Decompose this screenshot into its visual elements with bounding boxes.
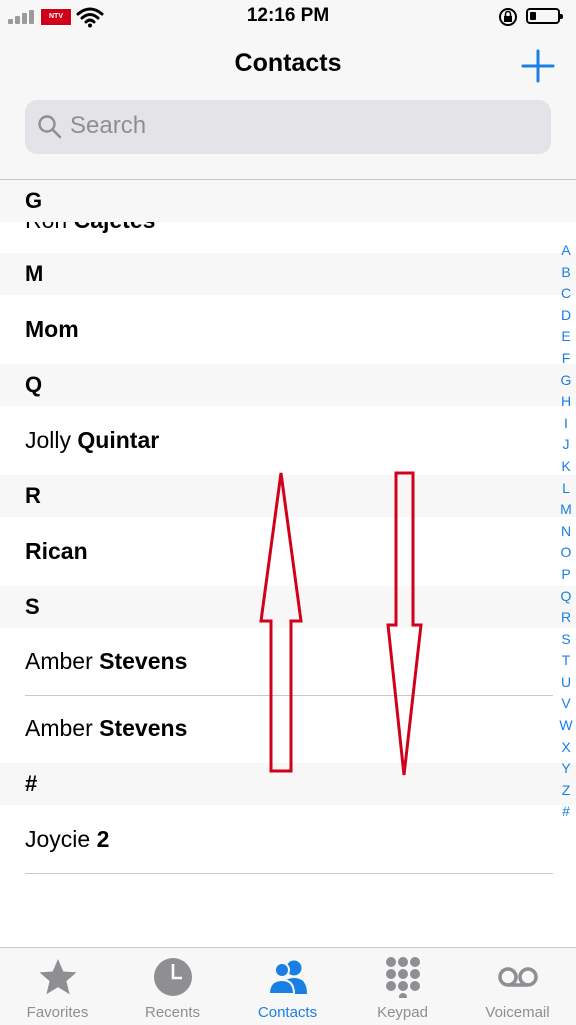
index-letter[interactable]: E — [556, 326, 576, 348]
tab-favorites[interactable]: Favorites — [0, 948, 115, 1025]
tab-voicemail[interactable]: Voicemail — [460, 948, 575, 1025]
search-placeholder: Search — [70, 112, 147, 139]
add-contact-button[interactable] — [520, 48, 556, 84]
section-letter: Q — [25, 372, 43, 397]
index-letter[interactable]: T — [556, 650, 576, 672]
contact-name: Amber Stevens — [25, 715, 188, 741]
index-letter[interactable]: W — [556, 715, 576, 737]
status-bar: NTV 12:16 PM — [0, 0, 576, 34]
battery-icon — [526, 8, 563, 24]
section-header-q: Q — [0, 364, 576, 406]
tab-recents[interactable]: Recents — [115, 948, 230, 1025]
contact-row[interactable]: Mom — [0, 295, 576, 364]
index-letter[interactable]: O — [556, 542, 576, 564]
contact-row[interactable]: Amber Stevens — [0, 628, 576, 695]
index-letter[interactable]: S — [556, 629, 576, 651]
contact-name: Rican — [25, 538, 88, 564]
index-letter[interactable]: A — [556, 240, 576, 262]
contact-row[interactable]: Jolly Quintar — [0, 406, 576, 475]
index-letter[interactable]: Q — [556, 586, 576, 608]
contact-row[interactable]: Ron Cajetes — [0, 207, 576, 253]
index-letter[interactable]: H — [556, 391, 576, 413]
clock-icon — [154, 958, 192, 996]
section-header-hash: # — [0, 763, 576, 805]
tab-keypad[interactable]: Keypad — [345, 948, 460, 1025]
index-letter[interactable]: P — [556, 564, 576, 586]
index-letter[interactable]: B — [556, 262, 576, 284]
index-letter[interactable]: D — [556, 305, 576, 327]
tab-contacts[interactable]: Contacts — [230, 948, 345, 1025]
section-letter: M — [25, 261, 44, 286]
navigation-bar: Contacts Search — [0, 34, 576, 180]
section-letter: # — [25, 771, 38, 796]
star-icon — [39, 959, 77, 995]
index-letter[interactable]: J — [556, 434, 576, 456]
contact-name: Mom — [25, 316, 79, 342]
section-header-g-sticky: G — [0, 180, 576, 222]
contact-name: Jolly Quintar — [25, 427, 160, 453]
contact-list[interactable]: G Ron Cajetes G M Mom Q Jolly Quintar R … — [0, 180, 576, 947]
index-letter[interactable]: M — [556, 499, 576, 521]
index-letter[interactable]: U — [556, 672, 576, 694]
status-time: 12:16 PM — [246, 5, 330, 26]
index-letter[interactable]: G — [556, 370, 576, 392]
index-letter[interactable]: C — [556, 283, 576, 305]
index-letter[interactable]: Y — [556, 758, 576, 780]
tab-label: Voicemail — [485, 1004, 550, 1021]
keypad-icon — [386, 957, 420, 998]
contact-row[interactable]: Amber Stevens — [0, 696, 576, 763]
rotation-lock-icon — [499, 8, 517, 26]
section-header-m: M — [0, 253, 576, 295]
index-letter[interactable]: K — [556, 456, 576, 478]
page-title: Contacts — [234, 49, 342, 77]
voicemail-icon — [498, 967, 538, 987]
contact-name: Joycie 2 — [25, 826, 110, 852]
index-letter[interactable]: # — [556, 801, 576, 823]
contact-name: Amber Stevens — [25, 648, 188, 674]
index-letter[interactable]: N — [556, 521, 576, 543]
tab-label: Favorites — [26, 1004, 89, 1021]
section-letter: G — [25, 188, 43, 213]
contacts-icon — [267, 960, 307, 995]
search-icon — [38, 115, 62, 139]
index-letter[interactable]: F — [556, 348, 576, 370]
index-letter[interactable]: I — [556, 413, 576, 435]
section-header-r: R — [0, 475, 576, 517]
alphabet-index[interactable]: A B C D E F G H I J K L M N O P Q R S T U V W X Y Z # — [556, 240, 576, 823]
tab-label: Keypad — [377, 1004, 428, 1021]
tab-label: Recents — [144, 1004, 201, 1021]
tab-bar: Favorites Recents Contacts Keypad Voicem… — [0, 947, 576, 1025]
section-header-s: S — [0, 586, 576, 628]
index-letter[interactable]: R — [556, 607, 576, 629]
index-letter[interactable]: Z — [556, 780, 576, 802]
index-letter[interactable]: V — [556, 693, 576, 715]
search-field[interactable]: Search — [25, 100, 551, 154]
section-letter: R — [25, 483, 41, 508]
index-letter[interactable]: L — [556, 478, 576, 500]
section-letter: S — [25, 594, 40, 619]
tab-label: Contacts — [257, 1004, 318, 1021]
contact-row[interactable]: Rican — [0, 517, 576, 586]
contact-row[interactable]: Joycie 2 — [0, 805, 576, 873]
row-divider — [25, 873, 553, 874]
index-letter[interactable]: X — [556, 737, 576, 759]
